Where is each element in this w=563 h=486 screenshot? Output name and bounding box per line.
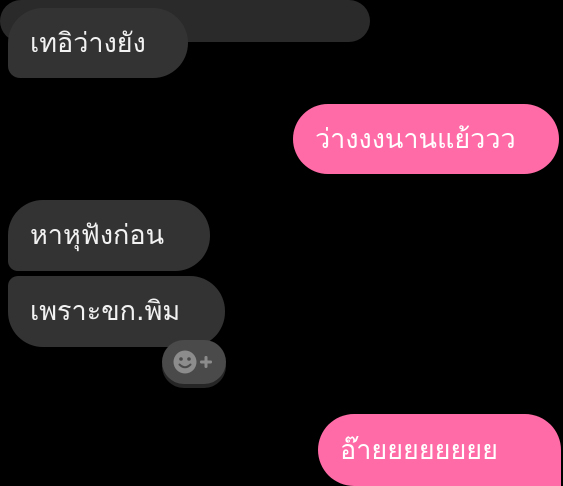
incoming-message[interactable]: เพราะขก.พิม — [8, 276, 225, 347]
incoming-message[interactable]: เทอิว่างยัง — [8, 8, 188, 78]
outgoing-message[interactable]: อ๊ายยยยยยยย — [318, 414, 561, 486]
message-text: หาหุฟังก่อน — [30, 220, 165, 251]
message-text: อ๊ายยยยยยยย — [340, 434, 498, 466]
add-reaction-button[interactable] — [162, 340, 226, 384]
message-text: เพราะขก.พิม — [30, 296, 181, 327]
message-text: ว่างงงนานแย้ววว — [315, 123, 516, 155]
outgoing-message[interactable]: ว่างงงนานแย้ววว — [293, 104, 559, 174]
incoming-message[interactable]: หาหุฟังก่อน — [8, 200, 210, 271]
add-reaction-icon — [173, 350, 212, 374]
chat-thread: เทอิว่างยัง ว่างงงนานแย้ววว หาหุฟังก่อน … — [0, 0, 563, 486]
message-text: เทอิว่างยัง — [30, 27, 146, 59]
